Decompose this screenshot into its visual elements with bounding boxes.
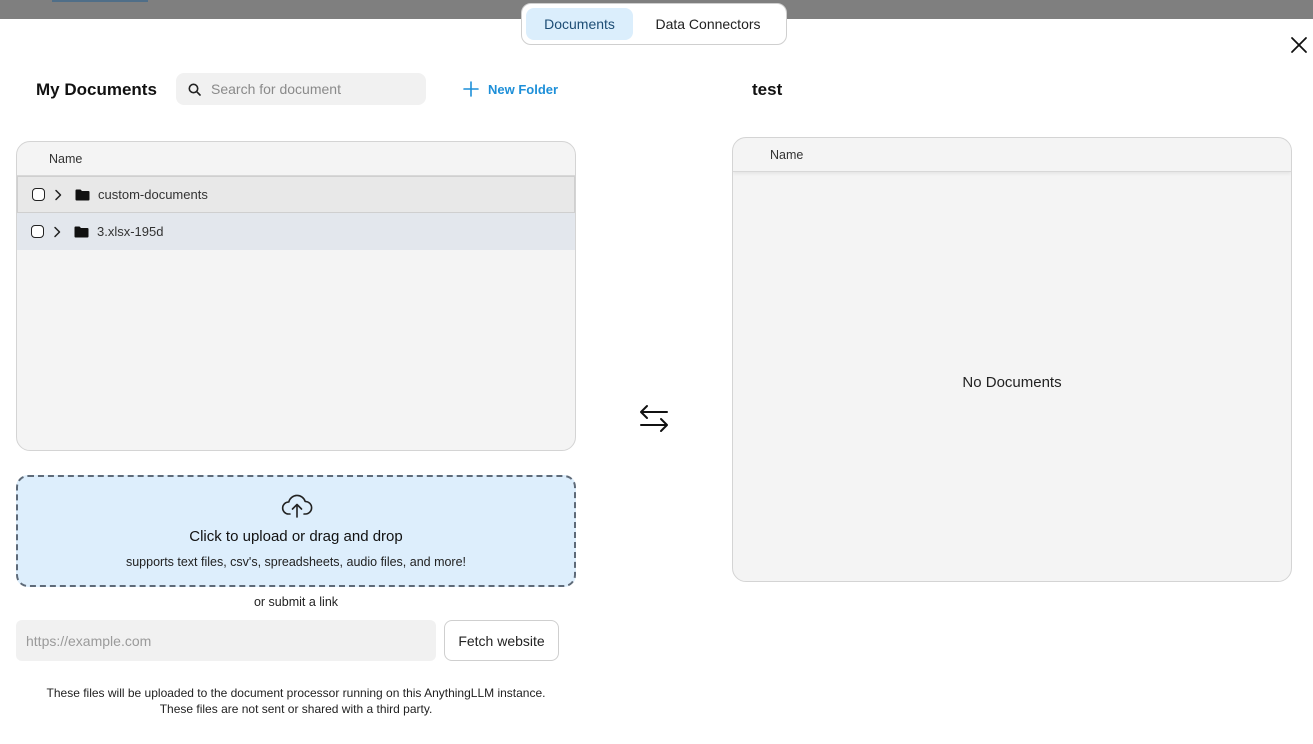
workspace-title: test [752, 80, 783, 99]
plus-icon [463, 81, 479, 97]
row-checkbox[interactable] [31, 225, 44, 238]
chevron-right-icon[interactable] [53, 189, 63, 201]
my-documents-title: My Documents [36, 80, 157, 99]
cloud-upload-icon [281, 494, 313, 518]
chevron-right-icon[interactable] [52, 226, 62, 238]
name-column-header[interactable]: Name [17, 142, 575, 176]
workspace-panel: Name No Documents [732, 137, 1292, 582]
my-documents-panel: Name custom-documents 3.xlsx-195d [16, 141, 576, 451]
new-folder-label: New Folder [488, 81, 559, 97]
upload-subtitle: supports text files, csv's, spreadsheets… [125, 555, 467, 569]
modal-tabs: Documents Data Connectors [521, 3, 787, 45]
folder-icon [74, 226, 89, 237]
upload-disclaimer: These files will be uploaded to the docu… [16, 685, 576, 717]
folder-icon [75, 189, 90, 200]
or-submit-link-label: or submit a link [253, 595, 339, 609]
search-icon [188, 83, 201, 96]
upload-title: Click to upload or drag and drop [189, 528, 403, 545]
row-checkbox[interactable] [32, 188, 45, 201]
close-icon[interactable] [1289, 35, 1309, 55]
disclaimer-line-1: These files will be uploaded to the docu… [46, 686, 546, 700]
swap-arrows-icon[interactable] [638, 403, 670, 433]
upload-dropzone[interactable]: Click to upload or drag and drop support… [16, 475, 576, 587]
tab-documents[interactable]: Documents [526, 8, 633, 40]
empty-state-text: No Documents [962, 374, 1062, 391]
fetch-website-button[interactable]: Fetch website [444, 620, 559, 661]
file-row[interactable]: 3.xlsx-195d [17, 213, 575, 250]
folder-name: custom-documents [98, 187, 208, 202]
backdrop-chip [52, 0, 148, 2]
folder-name: 3.xlsx-195d [97, 224, 164, 239]
disclaimer-line-2: These files are not sent or shared with … [159, 702, 433, 716]
new-folder-button[interactable]: New Folder [462, 80, 558, 98]
name-column-header[interactable]: Name [733, 138, 1291, 172]
tab-data-connectors[interactable]: Data Connectors [639, 8, 777, 40]
search-box[interactable] [176, 73, 426, 105]
file-row[interactable]: custom-documents [17, 176, 575, 213]
url-input[interactable] [16, 620, 436, 661]
search-input[interactable] [211, 81, 411, 97]
